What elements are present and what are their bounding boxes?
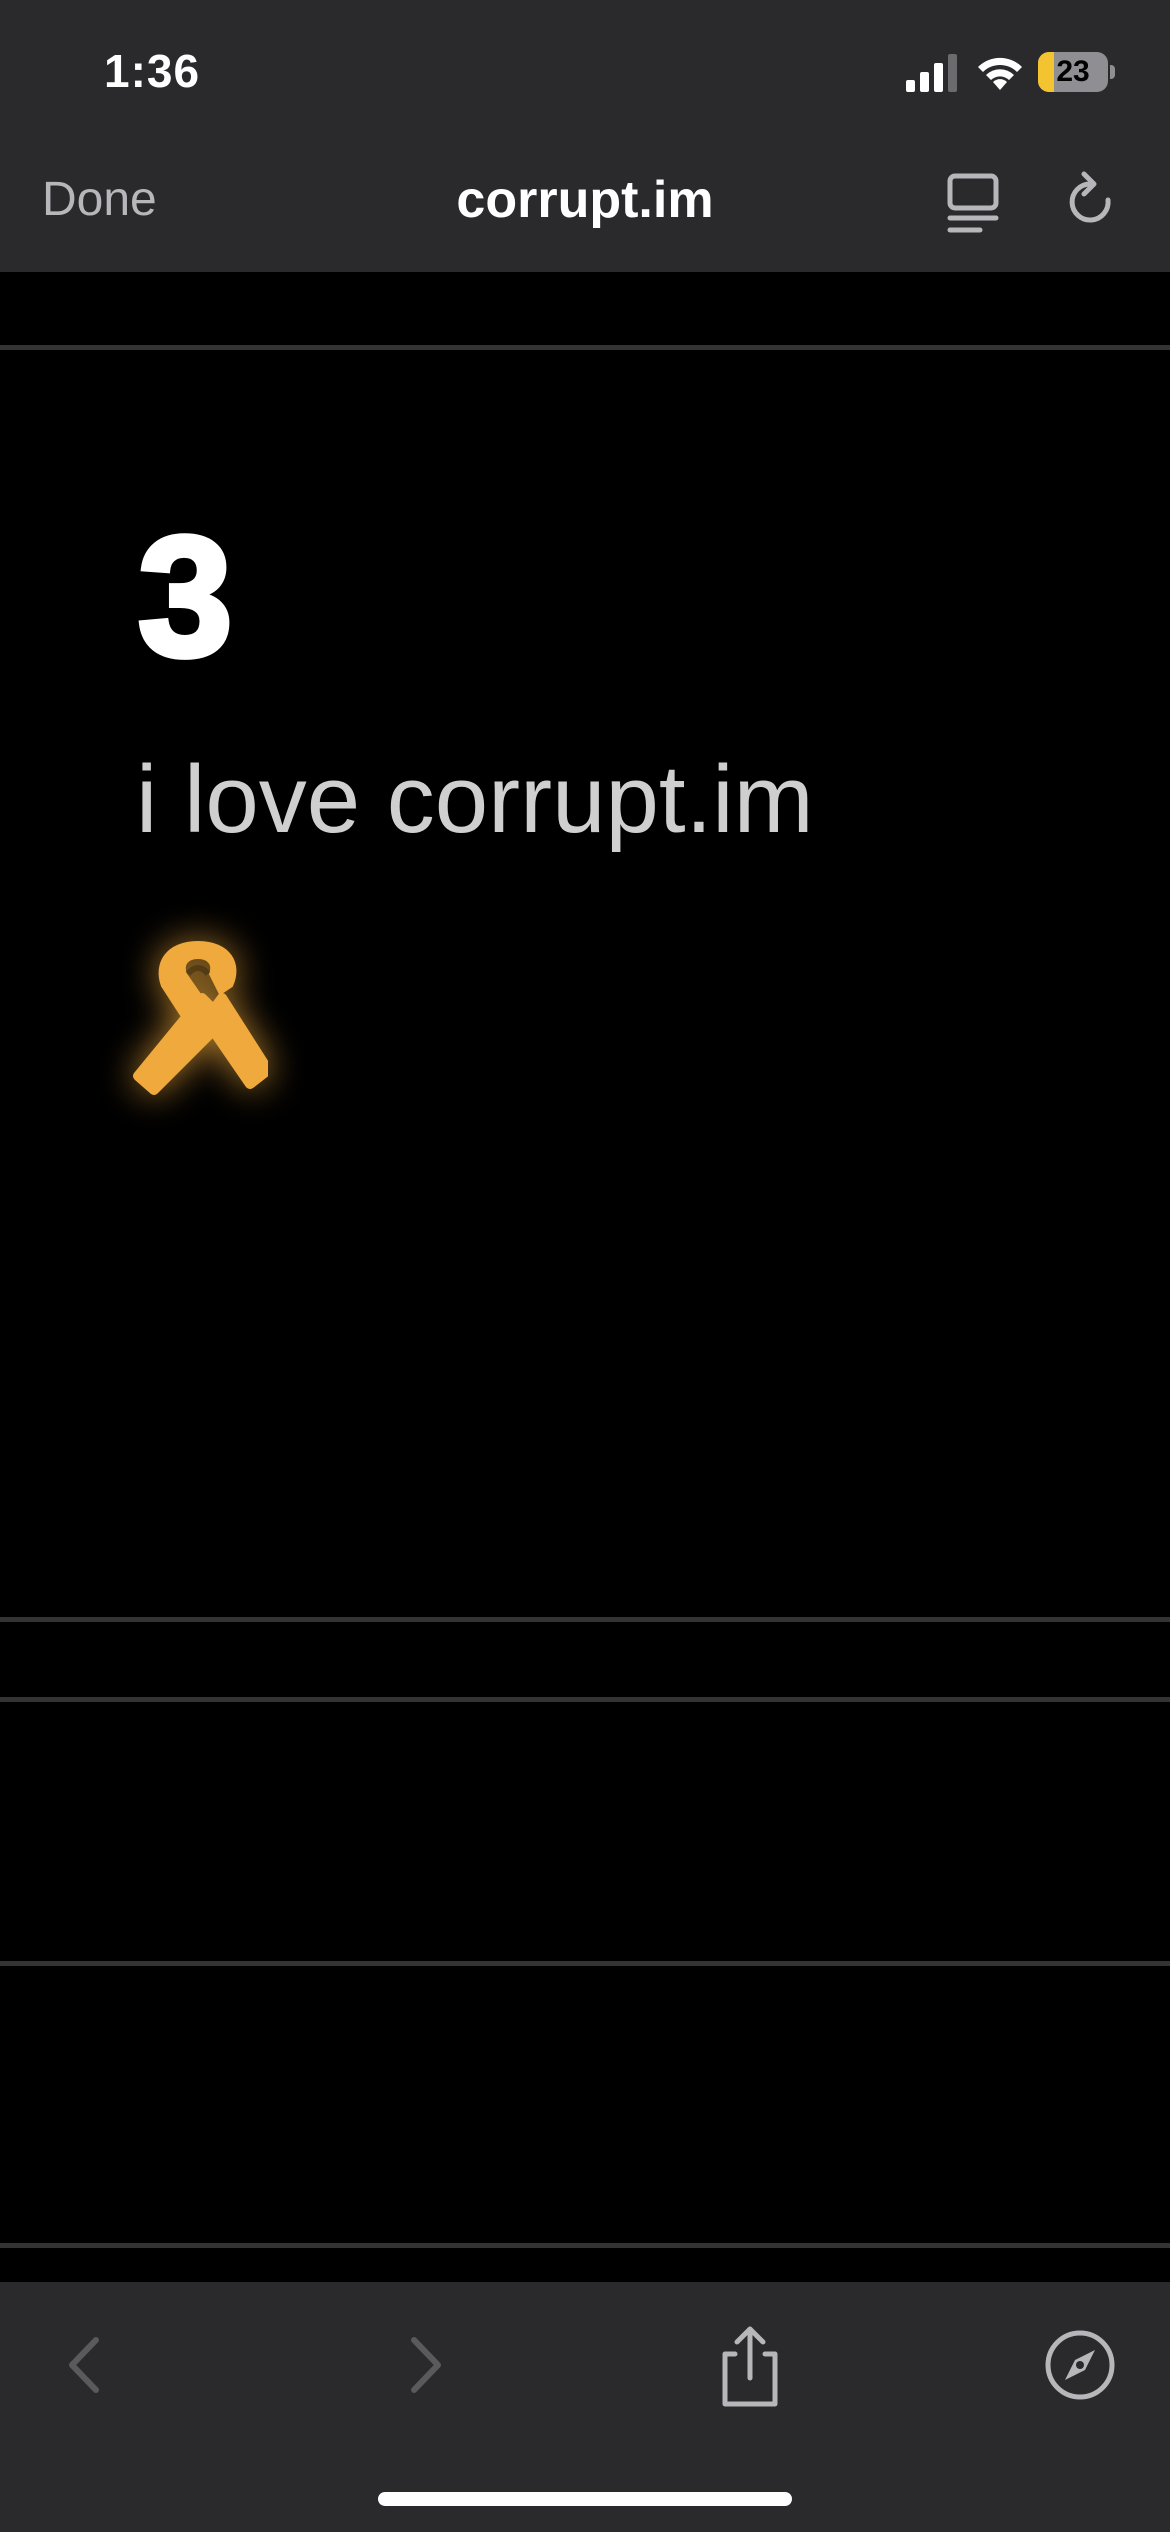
browser-toolbar (0, 2282, 1170, 2532)
wifi-icon (978, 57, 1022, 90)
home-indicator[interactable] (378, 2492, 792, 2506)
battery-indicator: 23 (1038, 52, 1115, 94)
compass-icon[interactable] (1035, 2320, 1125, 2410)
counter-number: 3 (135, 502, 236, 692)
reload-icon[interactable] (1062, 170, 1122, 236)
battery-percentage: 23 (1056, 55, 1090, 88)
screen: 1:36 23 corrupt.im Done 3 i love corrupt… (0, 0, 1170, 2532)
status-time: 1:36 (104, 45, 201, 97)
divider (0, 2243, 1170, 2248)
back-icon[interactable] (42, 2320, 132, 2410)
web-content: 3 i love corrupt.im (0, 272, 1170, 2282)
share-icon[interactable] (705, 2320, 795, 2410)
message-text: i love corrupt.im (136, 746, 814, 853)
divider (0, 1617, 1170, 1622)
divider (0, 345, 1170, 350)
browser-nav-bar: corrupt.im Done (0, 140, 1170, 272)
done-button[interactable]: Done (42, 172, 157, 227)
divider (0, 1961, 1170, 1966)
cellular-signal-icon (906, 54, 957, 92)
reader-view-icon[interactable] (946, 170, 1002, 236)
forward-icon[interactable] (378, 2320, 468, 2410)
battery-body: 23 (1038, 52, 1108, 92)
status-bar: 1:36 23 (0, 0, 1170, 140)
awareness-ribbon-icon (133, 941, 268, 1095)
battery-cap (1110, 65, 1115, 79)
divider (0, 1697, 1170, 1702)
